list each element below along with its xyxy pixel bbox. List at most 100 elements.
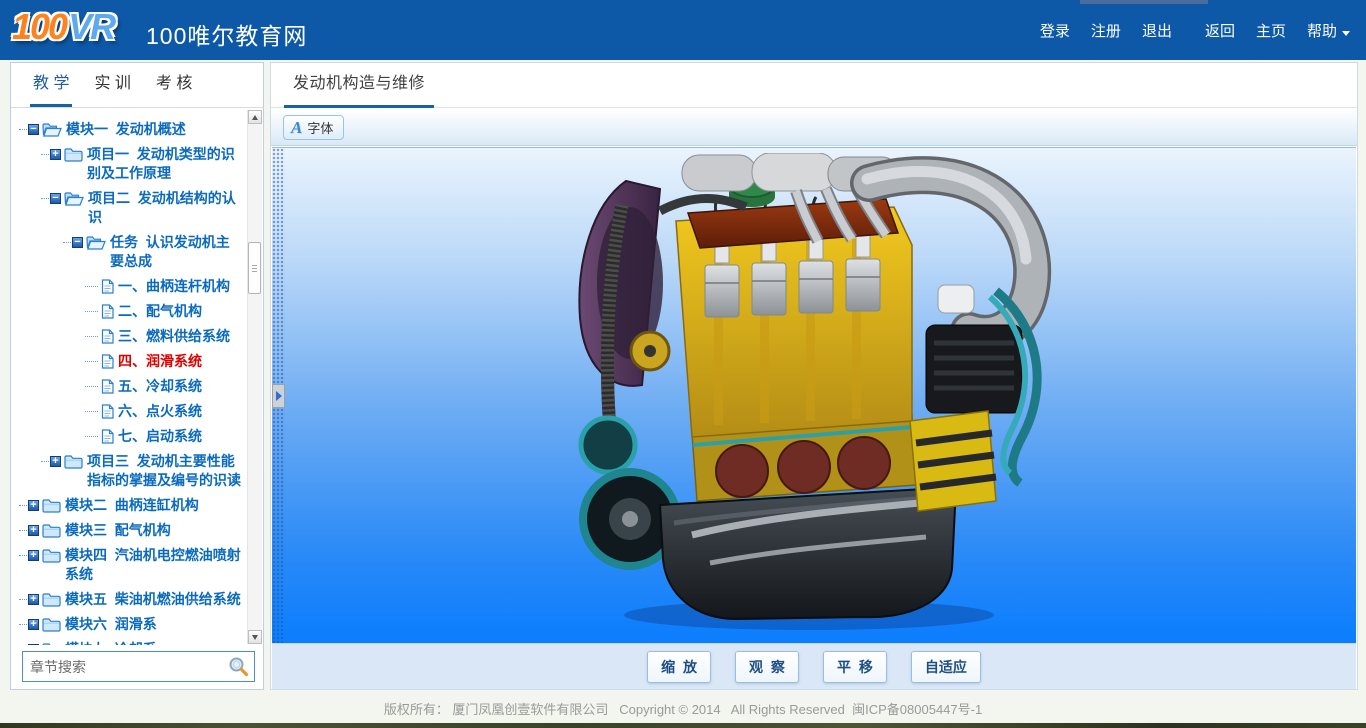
- expander-minus-icon[interactable]: −: [50, 193, 61, 204]
- expander-plus-icon[interactable]: +: [28, 644, 39, 645]
- tree-connector: [63, 242, 71, 243]
- tree-item[interactable]: + 项目三 发动机主要性能指标的掌握及编号的识读: [17, 452, 242, 490]
- collapse-arrow-icon: [276, 391, 282, 401]
- tree-item-label[interactable]: 模块四 汽油机电控燃油喷射系统: [65, 546, 242, 584]
- sidebar-tab[interactable]: 考 核: [153, 63, 195, 107]
- document-icon: [101, 329, 114, 344]
- tree-item[interactable]: 二、配气机构: [17, 302, 242, 321]
- viewer-control-button[interactable]: 观 察: [735, 651, 799, 683]
- main-panel: 发动机构造与维修 A 字体: [270, 62, 1358, 690]
- tree-connector: [19, 555, 27, 556]
- tree-item-label[interactable]: 项目三 发动机主要性能指标的掌握及编号的识读: [87, 452, 242, 490]
- folder-closed-icon: [42, 548, 61, 563]
- tree-item-label[interactable]: 模块七 冷却系: [65, 640, 242, 645]
- scrollbar-thumb[interactable]: [248, 242, 261, 294]
- footer-copyright: 版权所有： 厦门凤凰创壹软件有限公司 Copyright © 2014 All …: [0, 699, 1366, 718]
- tree-item[interactable]: + 项目一 发动机类型的识别及工作原理: [17, 145, 242, 183]
- tree-item[interactable]: + 模块四 汽油机电控燃油喷射系统: [17, 546, 242, 584]
- tree-item[interactable]: − 模块一 发动机概述: [17, 120, 242, 139]
- expander-plus-icon[interactable]: +: [50, 456, 61, 467]
- tree-item-label[interactable]: 任务 认识发动机主要总成: [110, 233, 242, 271]
- nav-link[interactable]: 登录: [1040, 20, 1070, 41]
- arrow-up-icon: [252, 115, 258, 120]
- tree-item[interactable]: 五、冷却系统: [17, 377, 242, 396]
- tree-item-label[interactable]: 模块二 曲柄连缸机构: [65, 496, 242, 515]
- tree-item[interactable]: 四、润滑系统: [17, 352, 242, 371]
- tree-item[interactable]: + 模块五 柴油机燃油供给系统: [17, 590, 242, 609]
- tree-item-label[interactable]: 五、冷却系统: [118, 377, 242, 396]
- search-input[interactable]: [23, 659, 228, 675]
- viewer-control-button[interactable]: 缩 放: [647, 651, 711, 683]
- font-button[interactable]: A 字体: [283, 115, 344, 140]
- tree-item[interactable]: 一、曲柄连杆机构: [17, 277, 242, 296]
- tree-item[interactable]: − 任务 认识发动机主要总成: [17, 233, 242, 271]
- tree-item-label[interactable]: 二、配气机构: [118, 302, 242, 321]
- chapter-search-box: [22, 651, 255, 682]
- site-title: 100唯尔教育网: [146, 17, 307, 51]
- arrow-down-icon: [252, 635, 258, 640]
- tree-item-label[interactable]: 模块五 柴油机燃油供给系统: [65, 590, 242, 609]
- tree-item-label[interactable]: 三、燃料供给系统: [118, 327, 242, 346]
- page: { "header": { "logo_text_1": "100", "log…: [0, 0, 1366, 728]
- tree-item[interactable]: 六、点火系统: [17, 402, 242, 421]
- tree-item[interactable]: + 模块七 冷却系: [17, 640, 242, 645]
- tree-item-label[interactable]: 模块六 润滑系: [65, 615, 242, 634]
- folder-closed-icon: [64, 147, 83, 162]
- expander-plus-icon[interactable]: +: [28, 525, 39, 536]
- expander-minus-icon[interactable]: −: [28, 124, 39, 135]
- collapse-handle[interactable]: [272, 384, 285, 408]
- panel-splitter[interactable]: [272, 148, 285, 643]
- tree-item[interactable]: − 项目二 发动机结构的认识: [17, 189, 242, 227]
- viewer-controls: 缩 放观 察平 移自适应: [272, 643, 1356, 689]
- tree-connector: [85, 286, 98, 287]
- expander-plus-icon[interactable]: +: [28, 619, 39, 630]
- expander-plus-icon[interactable]: +: [50, 149, 61, 160]
- folder-closed-icon: [42, 592, 61, 607]
- nav-link[interactable]: 注册: [1091, 20, 1121, 41]
- expander-plus-icon[interactable]: +: [28, 550, 39, 561]
- sidebar-tab[interactable]: 实 训: [91, 63, 133, 107]
- sidebar-tabs: 教 学实 训考 核: [11, 63, 263, 108]
- tree-item-label[interactable]: 六、点火系统: [118, 402, 242, 421]
- search-icon[interactable]: [228, 656, 249, 677]
- nav-link[interactable]: 帮助: [1307, 20, 1350, 41]
- tree-item-label[interactable]: 七、启动系统: [118, 427, 242, 446]
- folder-closed-icon: [42, 617, 61, 632]
- tree-item[interactable]: + 模块六 润滑系: [17, 615, 242, 634]
- tree-connector: [19, 530, 27, 531]
- tree-item-label[interactable]: 一、曲柄连杆机构: [118, 277, 242, 296]
- expander-minus-icon[interactable]: −: [72, 237, 83, 248]
- expander-plus-icon[interactable]: +: [28, 594, 39, 605]
- tree-connector: [85, 386, 98, 387]
- viewer-control-button[interactable]: 平 移: [823, 651, 887, 683]
- expander-plus-icon[interactable]: +: [28, 500, 39, 511]
- sidebar-tab[interactable]: 教 学: [30, 63, 72, 107]
- nav-link[interactable]: 主页: [1256, 20, 1286, 41]
- tree-item-label[interactable]: 模块一 发动机概述: [66, 120, 242, 139]
- tree-connector: [85, 436, 98, 437]
- nav-link[interactable]: 返回: [1205, 20, 1235, 41]
- sidebar: 教 学实 训考 核 −模块一 发动机概述+项目一 发动机类型的识别及工作原理−项…: [10, 62, 264, 690]
- tree-connector: [19, 129, 27, 130]
- scroll-down-button[interactable]: [248, 630, 262, 644]
- header-nav: 登录注册退出 返回主页帮助: [1040, 0, 1350, 60]
- tree-item-label[interactable]: 四、润滑系统: [118, 352, 242, 371]
- viewer-control-button[interactable]: 自适应: [911, 651, 981, 683]
- tree-item[interactable]: + 模块三 配气机构: [17, 521, 242, 540]
- tree-item[interactable]: 七、启动系统: [17, 427, 242, 446]
- content-tab-active[interactable]: 发动机构造与维修: [284, 63, 434, 108]
- viewer-toolbar: A 字体: [271, 109, 1357, 146]
- site-logo[interactable]: 100VR: [12, 6, 114, 48]
- tree-scrollbar[interactable]: [247, 110, 262, 644]
- thumb-grip-icon: [252, 265, 257, 273]
- engine-3d-canvas[interactable]: [285, 148, 1356, 643]
- content-tabrow: 发动机构造与维修: [271, 63, 1357, 108]
- nav-link[interactable]: 退出: [1142, 20, 1172, 41]
- tree-item[interactable]: 三、燃料供给系统: [17, 327, 242, 346]
- tree-item-label[interactable]: 模块三 配气机构: [65, 521, 242, 540]
- tree-item-label[interactable]: 项目二 发动机结构的认识: [88, 189, 242, 227]
- scroll-up-button[interactable]: [248, 110, 262, 124]
- tree-connector: [41, 198, 49, 199]
- tree-item-label[interactable]: 项目一 发动机类型的识别及工作原理: [87, 145, 242, 183]
- tree-item[interactable]: + 模块二 曲柄连缸机构: [17, 496, 242, 515]
